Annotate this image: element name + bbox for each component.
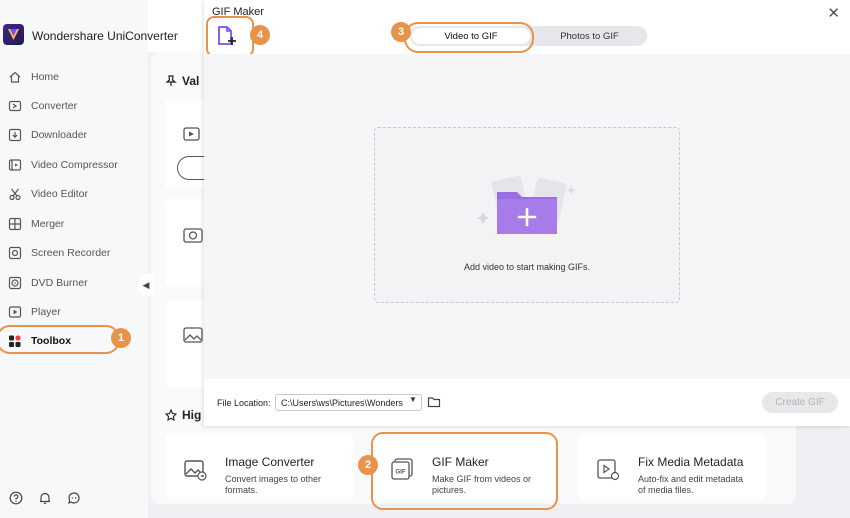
folder-add-icon [477,175,576,234]
app-logo [3,24,24,45]
sidebar-item-label: Downloader [31,129,88,141]
tool-card-image-converter[interactable]: Image Converter Convert images to other … [165,433,353,499]
sidebar-item-label: DVD Burner [31,277,88,289]
dvd-icon [8,276,22,290]
sidebar-item-label: Home [31,71,60,83]
compressor-icon [8,159,22,171]
gif-maker-highlight [371,432,558,510]
player-icon [8,306,22,318]
app-name: Wondershare UniConverter [32,29,178,43]
image-icon [183,327,203,343]
sidebar-item-home[interactable]: Home [0,66,148,88]
screen-recorder-icon [8,246,22,260]
help-icon[interactable] [9,491,23,505]
sidebar-item-dvd-burner[interactable]: DVD Burner [0,272,148,294]
sidebar-item-label: Video Compressor [31,159,118,171]
feedback-icon[interactable] [67,491,81,505]
file-location-select[interactable]: C:\Users\ws\Pictures\Wonders [275,394,422,411]
tool-description: Auto-fix and edit metadata of media file… [638,474,744,495]
tool-title: Image Converter [225,455,315,469]
sidebar-item-label: Merger [31,218,65,230]
downloader-icon [8,128,22,142]
sidebar-item-video-editor[interactable]: Video Editor [0,183,148,205]
sidebar: Wondershare UniConverter Home Converter … [0,0,178,518]
sidebar-item-screen-recorder[interactable]: Screen Recorder [0,242,148,264]
close-icon[interactable]: ✕ [827,4,840,22]
merger-icon [8,217,22,231]
step-badge: 2 [358,455,378,475]
tool-title: Fix Media Metadata [638,455,744,469]
drop-zone[interactable]: Add video to start making GIFs. [374,127,680,303]
tool-card-fix-media-metadata[interactable]: Fix Media Metadata Auto-fix and edit met… [578,433,766,499]
step-badge: 4 [250,25,270,45]
sidebar-item-label: Screen Recorder [31,247,111,259]
sidebar-item-downloader[interactable]: Downloader [0,124,148,146]
chevron-down-icon[interactable]: ▼ [409,395,417,404]
gif-maker-dialog: GIF Maker ✕ Video to GIF Photos to GIF A… [204,0,850,426]
tabs-highlight [404,22,534,53]
converter-icon [8,100,22,112]
tab-photos-to-gif[interactable]: Photos to GIF [532,26,647,46]
collapse-sidebar-button[interactable]: ◀ [137,274,155,296]
sidebar-item-label: Video Editor [31,188,89,200]
camera-icon [183,228,203,243]
sidebar-item-video-compressor[interactable]: Video Compressor [0,154,148,176]
sidebar-item-label: Converter [31,100,78,112]
star-icon [165,409,177,421]
chevron-left-icon: ◀ [142,279,150,290]
step-badge: 3 [391,22,411,42]
tool-description: Convert images to other formats. [225,474,322,495]
sidebar-item-label: Player [31,306,61,318]
step-badge: 1 [111,328,131,348]
sidebar-item-merger[interactable]: Merger [0,213,148,235]
section-heading-top: Val [165,74,199,88]
image-converter-icon [184,460,207,481]
folder-icon[interactable] [427,395,441,409]
drop-instruction: Add video to start making GIFs. [463,262,591,272]
toolbox-highlight [0,325,120,354]
section-heading-bottom: Hig [165,408,201,422]
metadata-icon [597,459,620,481]
scissors-icon [9,188,21,201]
add-file-highlight [206,16,254,57]
dialog-footer: File Location: C:\Users\ws\Pictures\Wond… [204,379,850,426]
home-icon [9,71,21,83]
create-gif-button[interactable]: Create GIF [762,392,838,413]
video-icon [183,127,200,141]
pin-icon [165,75,177,86]
sidebar-item-player[interactable]: Player [0,301,148,323]
bell-icon[interactable] [38,491,52,505]
file-location-label: File Location: [217,398,271,408]
sidebar-item-converter[interactable]: Converter [0,95,148,117]
